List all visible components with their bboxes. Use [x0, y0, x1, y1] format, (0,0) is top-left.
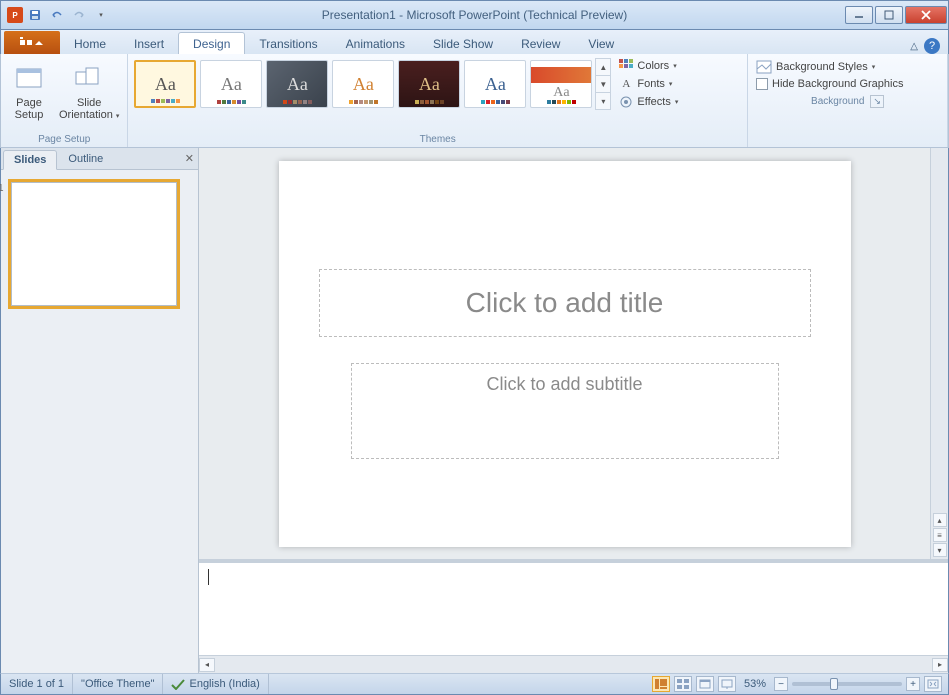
- slides-tab[interactable]: Slides: [3, 150, 57, 170]
- fit-to-window-button[interactable]: [924, 676, 942, 692]
- tab-view[interactable]: View: [574, 33, 628, 54]
- slide-orientation-icon: [73, 63, 105, 95]
- notes-pane[interactable]: [199, 559, 948, 655]
- window-title: Presentation1 - Microsoft PowerPoint (Te…: [1, 8, 948, 22]
- colors-icon: [619, 59, 633, 73]
- prev-slide-button[interactable]: ▴: [933, 513, 947, 527]
- theme-effects-button[interactable]: Effects ▾: [617, 94, 680, 110]
- horizontal-scrollbar[interactable]: ◂ ▸: [199, 655, 948, 673]
- theme-2[interactable]: Aa: [200, 60, 262, 108]
- help-icon[interactable]: ?: [924, 38, 940, 54]
- background-styles-button[interactable]: Background Styles ▾: [756, 60, 903, 74]
- hide-background-checkbox[interactable]: Hide Background Graphics: [756, 78, 903, 90]
- page-setup-icon: [13, 63, 45, 95]
- file-tab[interactable]: [4, 31, 60, 54]
- reading-view-button[interactable]: [696, 676, 714, 692]
- language-indicator[interactable]: English (India): [163, 674, 268, 694]
- theme-colors-button[interactable]: Colors ▾: [617, 58, 680, 74]
- close-button[interactable]: [905, 6, 947, 24]
- slide-orientation-button[interactable]: Slide Orientation ▾: [55, 56, 123, 128]
- zoom-in-button[interactable]: +: [906, 677, 920, 691]
- slide-canvas-area[interactable]: Click to add title Click to add subtitle: [199, 148, 930, 559]
- spellcheck-icon: [171, 678, 185, 690]
- theme-office[interactable]: Aa: [134, 60, 196, 108]
- theme-6[interactable]: Aa: [464, 60, 526, 108]
- zoom-level[interactable]: 53%: [744, 678, 766, 690]
- tab-review[interactable]: Review: [507, 33, 574, 54]
- vertical-scrollbar[interactable]: ▴ ≡ ▾: [930, 148, 948, 559]
- qat-save-button[interactable]: [25, 5, 45, 25]
- slide-thumbnail-1[interactable]: 1: [11, 182, 177, 306]
- zoom-slider[interactable]: [792, 682, 902, 686]
- theme-fonts-button[interactable]: A Fonts ▾: [617, 76, 680, 92]
- title-bar: P ▾ Presentation1 - Microsoft PowerPoint…: [0, 0, 949, 30]
- theme-3[interactable]: Aa: [266, 60, 328, 108]
- zoom-out-button[interactable]: −: [774, 677, 788, 691]
- qat-undo-button[interactable]: [47, 5, 67, 25]
- workspace: Click to add title Click to add subtitle…: [199, 148, 948, 673]
- qat-redo-button[interactable]: [69, 5, 89, 25]
- scroll-right-icon[interactable]: ▸: [932, 658, 948, 672]
- gallery-down-icon[interactable]: ▼: [596, 76, 610, 93]
- background-styles-icon: [756, 60, 772, 74]
- page-setup-button[interactable]: Page Setup: [5, 56, 53, 128]
- normal-view-button[interactable]: [652, 676, 670, 692]
- tab-transitions[interactable]: Transitions: [245, 33, 331, 54]
- status-bar: Slide 1 of 1 "Office Theme" English (Ind…: [0, 673, 949, 695]
- theme-indicator[interactable]: "Office Theme": [73, 674, 163, 694]
- ribbon: Page Setup Slide Orientation ▾ Page Setu…: [0, 54, 949, 148]
- title-placeholder[interactable]: Click to add title: [319, 269, 811, 337]
- scroll-left-icon[interactable]: ◂: [199, 658, 215, 672]
- theme-4[interactable]: Aa: [332, 60, 394, 108]
- theme-5[interactable]: Aa: [398, 60, 460, 108]
- close-panel-icon[interactable]: ✕: [185, 152, 194, 165]
- slides-panel: Slides Outline ✕ 1: [1, 148, 199, 673]
- dialog-launcher-icon[interactable]: ↘: [870, 95, 884, 108]
- gallery-up-icon[interactable]: ▲: [596, 59, 610, 76]
- chevron-down-icon: ▾: [673, 62, 677, 70]
- slide-nav-icon[interactable]: ≡: [933, 528, 947, 542]
- tab-slideshow[interactable]: Slide Show: [419, 33, 507, 54]
- slide[interactable]: Click to add title Click to add subtitle: [279, 161, 851, 547]
- group-page-setup: Page Setup Slide Orientation ▾ Page Setu…: [1, 54, 128, 147]
- checkbox-icon: [756, 78, 768, 90]
- themes-gallery-scroll[interactable]: ▲ ▼ ▾: [595, 58, 611, 110]
- app-icon: P: [7, 7, 23, 23]
- tab-home[interactable]: Home: [60, 33, 120, 54]
- tab-design[interactable]: Design: [178, 32, 245, 54]
- chevron-down-icon: ▾: [116, 113, 120, 120]
- outline-tab[interactable]: Outline: [57, 149, 114, 169]
- chevron-down-icon: ▾: [675, 98, 679, 106]
- maximize-button[interactable]: [875, 6, 903, 24]
- minimize-button[interactable]: [845, 6, 873, 24]
- theme-7[interactable]: Aa: [530, 60, 592, 108]
- tab-insert[interactable]: Insert: [120, 33, 178, 54]
- main-area: Slides Outline ✕ 1 Click to add title Cl…: [0, 148, 949, 673]
- group-background: Background Styles ▾ Hide Background Grap…: [748, 54, 948, 147]
- group-themes: Aa Aa Aa Aa Aa: [128, 54, 748, 147]
- minimize-ribbon-icon[interactable]: △: [910, 41, 918, 52]
- sorter-view-button[interactable]: [674, 676, 692, 692]
- fonts-icon: A: [619, 77, 633, 91]
- gallery-more-icon[interactable]: ▾: [596, 93, 610, 109]
- next-slide-button[interactable]: ▾: [933, 543, 947, 557]
- chevron-down-icon: ▾: [872, 63, 876, 71]
- effects-icon: [619, 95, 633, 109]
- slide-counter[interactable]: Slide 1 of 1: [1, 674, 73, 694]
- chevron-down-icon: ▾: [669, 80, 673, 88]
- tab-animations[interactable]: Animations: [332, 33, 419, 54]
- subtitle-placeholder[interactable]: Click to add subtitle: [351, 363, 779, 459]
- slideshow-view-button[interactable]: [718, 676, 736, 692]
- qat-customize-button[interactable]: ▾: [91, 5, 111, 25]
- ribbon-tabs: Home Insert Design Transitions Animation…: [0, 30, 949, 54]
